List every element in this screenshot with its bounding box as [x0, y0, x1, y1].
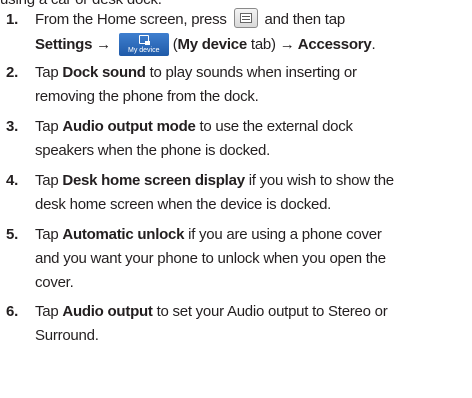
step-5-line-1: Tap Automatic unlock if you are using a …	[35, 223, 382, 247]
step-text: Tap	[35, 64, 63, 81]
step-text: if you wish to show the	[244, 172, 394, 189]
step-6-line-1: Tap Audio output to set your Audio outpu…	[35, 300, 388, 324]
step-text: Tap	[35, 172, 63, 189]
step-text: to use the external dock	[195, 118, 353, 135]
step-number: 4.	[6, 172, 19, 189]
step-3-line-1: Tap Audio output mode to use the externa…	[35, 115, 353, 139]
step-5-line-2: and you want your phone to unlock when y…	[35, 250, 386, 267]
step-5-line-3: cover.	[35, 274, 74, 291]
step-text: to play sounds when inserting or	[145, 64, 357, 81]
step-number: 6.	[6, 303, 19, 320]
step-text: From the Home screen, press	[35, 11, 227, 28]
step-number: 5.	[6, 226, 19, 243]
step-1-line-1: From the Home screen, press and then tap	[35, 8, 345, 32]
step-4-line-2: desk home screen when the device is dock…	[35, 196, 332, 213]
step-number: 3.	[6, 118, 19, 135]
step-text: tab)	[250, 36, 276, 53]
settings-path: Settings →	[35, 36, 111, 53]
step-text: .	[371, 36, 376, 53]
my-device-tab-icon: My device	[118, 32, 169, 56]
partial-top-line: using a car or desk dock.	[0, 0, 162, 8]
my-device-label: My device	[177, 36, 248, 53]
step-1-line-2: Settings → My device (My device tab) → A…	[35, 32, 376, 57]
step-2-line-1: Tap Dock sound to play sounds when inser…	[35, 61, 357, 85]
term: Audio output	[62, 303, 153, 320]
document-page: using a car or desk dock. 1. From the Ho…	[0, 0, 472, 398]
term: Desk home screen display	[62, 172, 245, 189]
step-4-line-1: Tap Desk home screen display if you wish…	[35, 169, 394, 193]
step-text: Tap	[35, 226, 63, 243]
menu-key-icon	[233, 8, 258, 29]
step-text: to set your Audio output to Stereo or	[152, 303, 388, 320]
step-text: Tap	[35, 118, 63, 135]
term: Audio output mode	[62, 118, 196, 135]
term: Dock sound	[62, 64, 146, 81]
step-6-line-2: Surround.	[35, 327, 99, 344]
step-text: and then tap	[264, 11, 346, 28]
term: Automatic unlock	[62, 226, 185, 243]
step-2-line-2: removing the phone from the dock.	[35, 88, 259, 105]
step-number: 2.	[6, 64, 19, 81]
accessory-path: → Accessory	[279, 36, 372, 53]
step-number: 1.	[6, 11, 19, 28]
step-text: if you are using a phone cover	[184, 226, 382, 243]
step-text: Tap	[35, 303, 63, 320]
my-device-icon-caption: My device	[128, 46, 160, 54]
step-3-line-2: speakers when the phone is docked.	[35, 142, 270, 159]
